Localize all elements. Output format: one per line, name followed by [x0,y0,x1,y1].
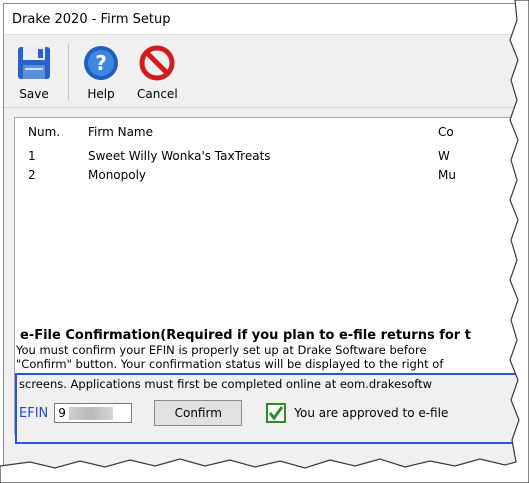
row-num: 1 [28,148,36,163]
confirm-label: Confirm [174,406,222,420]
save-label: Save [19,87,49,101]
efile-instructions-line1: You must confirm your EFIN is properly s… [16,343,427,357]
question-mark-icon: ? [84,46,118,80]
table-row[interactable]: 2 Monopoly Mu [15,165,526,184]
efile-instructions-line2: "Confirm" button. Your confirmation stat… [16,357,444,371]
title-bar: Drake 2020 - Firm Setup [4,4,526,35]
checkmark-icon [269,406,284,421]
efile-section-title: e-File Confirmation(Required if you plan… [20,328,471,343]
svg-text:?: ? [95,51,107,75]
efin-row: EFIN 9 Confirm You are approved to e-fil… [17,400,526,426]
efin-highlight-box: screens. Applications must first be comp… [15,373,526,444]
floppy-disk-icon [18,47,50,79]
help-label: Help [87,87,115,101]
grid-header: Num. Firm Name Co [15,118,526,146]
table-row[interactable]: 1 Sweet Willy Wonka's TaxTreats W [15,146,526,165]
row-num: 2 [28,167,36,182]
toolbar-separator [68,43,69,101]
approved-status-checkbox [266,403,287,423]
efin-value: 9 [58,406,66,420]
row-firm-name: Monopoly [88,167,147,182]
toolbar: Save ? Help Cancel [4,35,526,108]
row-extra: Mu [438,167,456,182]
cancel-button[interactable]: Cancel [133,43,182,107]
row-firm-name: Sweet Willy Wonka's TaxTreats [88,148,271,163]
firm-setup-window: Drake 2020 - Firm Setup Save ? Help Canc… [3,3,526,478]
approved-status-text: You are approved to e-file [294,406,449,420]
save-button[interactable]: Save [10,43,58,107]
window-title: Drake 2020 - Firm Setup [12,11,171,27]
efin-label: EFIN [19,405,49,421]
help-button[interactable]: ? Help [77,43,125,107]
column-header-truncated[interactable]: Co [438,125,498,139]
efin-redaction [69,407,114,420]
column-header-firm-name[interactable]: Firm Name [88,125,438,139]
efin-input[interactable]: 9 [54,403,133,423]
efile-section: e-File Confirmation(Required if you plan… [12,328,526,371]
column-header-num[interactable]: Num. [15,125,88,139]
confirm-button[interactable]: Confirm [154,400,243,426]
row-extra: W [438,148,450,163]
no-entry-icon [139,45,175,81]
efile-instructions-line3: screens. Applications must first be comp… [19,377,433,391]
cancel-label: Cancel [137,87,178,101]
